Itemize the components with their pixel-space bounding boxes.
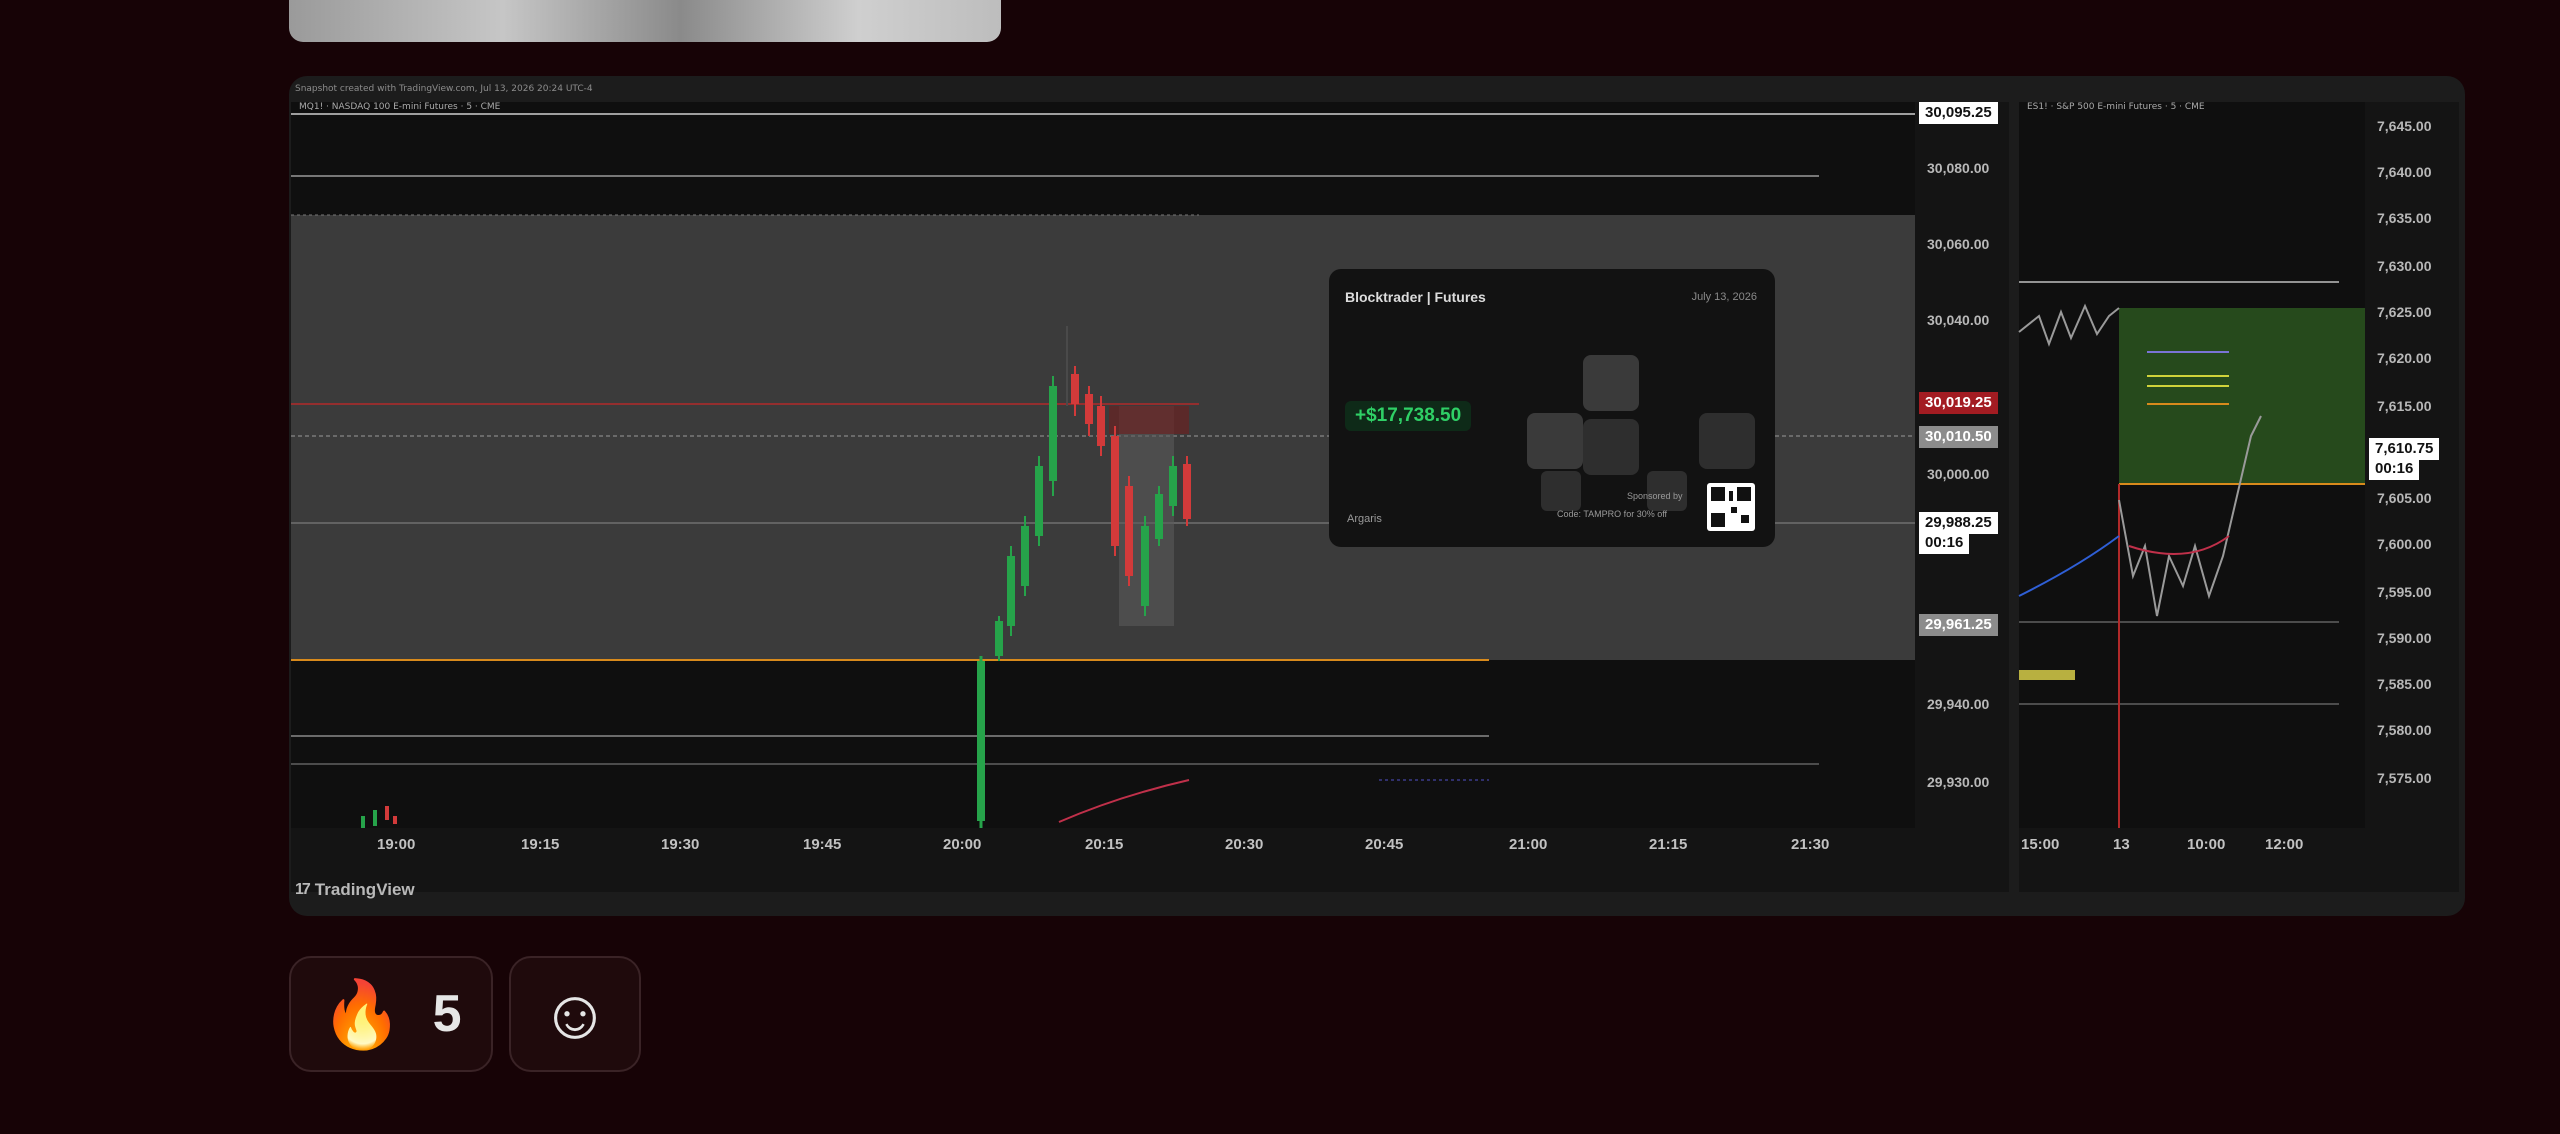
time-tick: 21:00 — [1509, 836, 1548, 853]
left-chart-title: MQ1! · NASDAQ 100 E-mini Futures · 5 · C… — [299, 102, 501, 112]
tradingview-logo: 17 TradingView — [295, 880, 415, 900]
card-promo-code: Code: TAMPRO for 30% off — [1557, 509, 1668, 519]
tradingview-label: TradingView — [314, 880, 415, 899]
tradingview-mark-icon: 17 — [295, 881, 311, 898]
price-tick: 7,575.00 — [2377, 770, 2432, 786]
tradingview-snapshot[interactable]: Snapshot created with TradingView.com, J… — [289, 76, 2465, 916]
time-tick: 20:45 — [1365, 836, 1404, 853]
time-tick: 12:00 — [2265, 836, 2304, 853]
price-tick: 7,620.00 — [2377, 350, 2432, 366]
price-tag-resistance: 30,019.25 — [1919, 392, 1998, 414]
time-tick: 19:30 — [661, 836, 700, 853]
snapshot-header: Snapshot created with TradingView.com, J… — [295, 84, 593, 94]
time-tick: 19:45 — [803, 836, 842, 853]
price-tick: 30,040.00 — [1927, 312, 1990, 328]
price-tag-current: 7,610.75 — [2369, 438, 2440, 460]
qr-code-icon — [1707, 483, 1755, 531]
card-date: July 13, 2026 — [1691, 291, 1757, 303]
card-username: Argaris — [1347, 513, 1382, 525]
price-tick: 7,590.00 — [2377, 630, 2432, 646]
countdown-tag: 00:16 — [2369, 458, 2420, 480]
add-reaction-button[interactable]: ☺ — [509, 956, 641, 1072]
price-tag-level: 30,010.50 — [1919, 426, 1998, 448]
price-tag-high: 30,095.25 — [1919, 102, 1998, 124]
price-tick: 7,645.00 — [2377, 118, 2432, 134]
price-tick: 7,605.00 — [2377, 490, 2432, 506]
green-zone — [2119, 308, 2365, 484]
price-tick: 30,060.00 — [1927, 236, 1990, 252]
time-tick: 13 — [2113, 836, 2130, 853]
countdown-tag: 00:16 — [1919, 532, 1970, 554]
card-brand: Blocktrader | Futures — [1345, 289, 1486, 305]
qr-code-graphic — [1711, 487, 1751, 527]
price-tick: 7,600.00 — [2377, 536, 2432, 552]
right-chart-area — [2019, 102, 2365, 892]
price-tag-current: 29,988.25 — [1919, 512, 1998, 534]
price-tag-low: 29,961.25 — [1919, 614, 1998, 636]
right-chart-title: ES1! · S&P 500 E-mini Futures · 5 · CME — [2027, 102, 2205, 112]
price-tick: 7,630.00 — [2377, 258, 2432, 274]
time-tick: 15:00 — [2021, 836, 2060, 853]
price-tick: 7,625.00 — [2377, 304, 2432, 320]
fire-icon: 🔥 — [320, 977, 403, 1051]
price-tick: 7,580.00 — [2377, 722, 2432, 738]
time-tick: 21:30 — [1791, 836, 1830, 853]
previous-attachment-image[interactable] — [289, 0, 1001, 42]
smiley-icon: ☺ — [539, 975, 611, 1053]
price-tick: 30,000.00 — [1927, 466, 1990, 482]
red-zone-box — [1109, 406, 1189, 434]
price-tick: 29,930.00 — [1927, 774, 1990, 790]
price-tick: 29,940.00 — [1927, 696, 1990, 712]
pnl-share-card: Blocktrader | Futures July 13, 2026 +$17… — [1329, 269, 1775, 547]
price-tick: 7,640.00 — [2377, 164, 2432, 180]
reaction-count: 5 — [432, 985, 462, 1043]
price-tick: 7,595.00 — [2377, 584, 2432, 600]
time-tick: 20:30 — [1225, 836, 1264, 853]
price-tick: 7,635.00 — [2377, 210, 2432, 226]
time-tick: 19:15 — [521, 836, 560, 853]
label-box — [2019, 670, 2075, 680]
price-tick: 30,080.00 — [1927, 160, 1990, 176]
time-tick: 10:00 — [2187, 836, 2226, 853]
card-sponsor: Sponsored by — [1627, 491, 1683, 501]
time-tick: 20:15 — [1085, 836, 1124, 853]
time-tick: 20:00 — [943, 836, 982, 853]
price-tick: 7,615.00 — [2377, 398, 2432, 414]
reaction-fire[interactable]: 🔥 5 — [289, 956, 493, 1072]
time-tick: 19:00 — [377, 836, 416, 853]
pnl-amount: +$17,738.50 — [1345, 401, 1472, 431]
time-tick: 21:15 — [1649, 836, 1688, 853]
price-tick: 7,585.00 — [2377, 676, 2432, 692]
